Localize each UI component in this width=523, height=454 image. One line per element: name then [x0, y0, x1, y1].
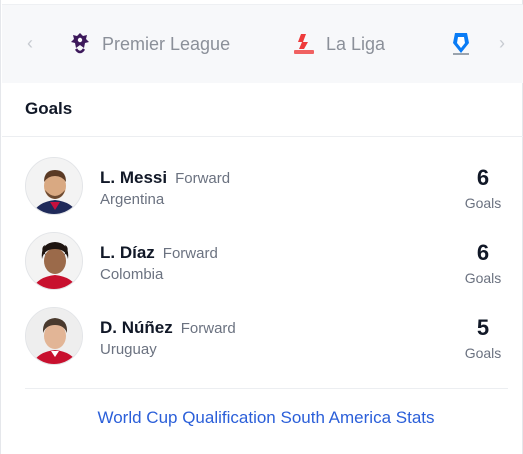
player-row[interactable]: L. Messi Forward Argentina 6 Goals [1, 157, 523, 217]
player-row[interactable]: D. Núñez Forward Uruguay 5 Goals [1, 307, 523, 367]
player-position: Forward [162, 245, 218, 262]
player-name-text: L. Díaz [100, 243, 155, 262]
player-photo-icon [26, 233, 82, 289]
player-avatar [25, 157, 83, 215]
player-avatar [25, 307, 83, 365]
player-name-text: L. Messi [100, 168, 168, 187]
stat-unit: Goals [464, 195, 502, 211]
player-country: Colombia [100, 266, 164, 283]
player-photo-icon [26, 308, 82, 364]
league-tab-premier-league[interactable]: Premier League [68, 31, 230, 57]
player-avatar [25, 232, 83, 290]
player-photo-icon [26, 158, 82, 214]
stat-unit: Goals [464, 270, 502, 286]
premier-league-icon [71, 33, 89, 54]
stats-card: ‹ Premier League La Liga › Goals L. Mess… [0, 0, 523, 454]
player-country: Uruguay [100, 341, 157, 358]
league-label: La Liga [326, 33, 386, 54]
player-name: L. Díaz Forward [100, 243, 218, 263]
divider [2, 136, 523, 137]
player-row[interactable]: L. Díaz Forward Colombia 6 Goals [1, 232, 523, 292]
player-name-text: D. Núñez [100, 318, 173, 337]
player-position: Forward [175, 170, 231, 187]
stat-value: 6 [476, 240, 490, 265]
player-country: Argentina [100, 191, 165, 208]
player-name: D. Núñez Forward [100, 318, 236, 338]
divider [25, 388, 508, 389]
section-title: Goals [25, 99, 73, 118]
la-liga-icon [294, 34, 314, 54]
chevron-right-icon[interactable]: › [492, 33, 512, 53]
league-label: Premier League [102, 33, 231, 54]
league-selector: ‹ Premier League La Liga › [2, 4, 523, 83]
stat-value: 6 [476, 165, 490, 190]
stat-value: 5 [476, 315, 490, 340]
stat-unit: Goals [464, 345, 502, 361]
competition-stats-link[interactable]: World Cup Qualification South America St… [1, 408, 523, 428]
serie-a-icon [453, 33, 469, 55]
chevron-left-icon[interactable]: ‹ [20, 33, 40, 53]
league-tab-serie-a[interactable] [449, 31, 473, 57]
player-position: Forward [180, 320, 236, 337]
player-name: L. Messi Forward [100, 168, 230, 188]
league-tab-la-liga[interactable]: La Liga [292, 31, 385, 57]
